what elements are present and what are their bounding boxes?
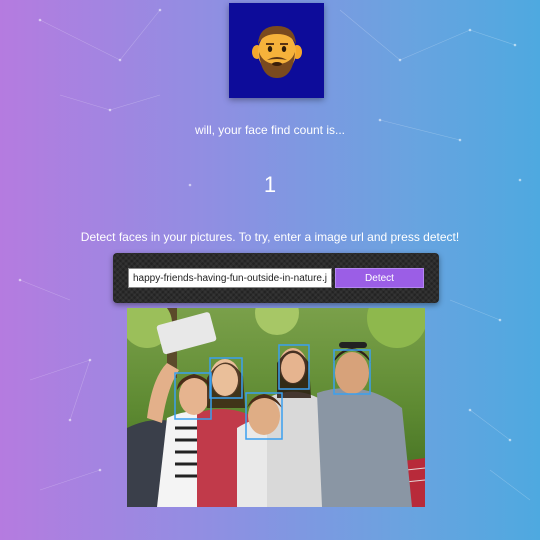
result-message: will, your face find count is... [194, 123, 346, 137]
detect-button[interactable]: Detect [335, 268, 424, 288]
result-photo [127, 308, 425, 507]
face-count: 1 [263, 172, 277, 197]
instructions-text: Detect faces in your pictures. To try, e… [80, 230, 460, 244]
bearded-man-emoji-icon [251, 25, 302, 78]
url-form-panel: Detect [113, 253, 439, 303]
image-url-input[interactable] [128, 268, 332, 288]
logo-box [229, 3, 324, 98]
group-selfie-photo [127, 308, 425, 507]
